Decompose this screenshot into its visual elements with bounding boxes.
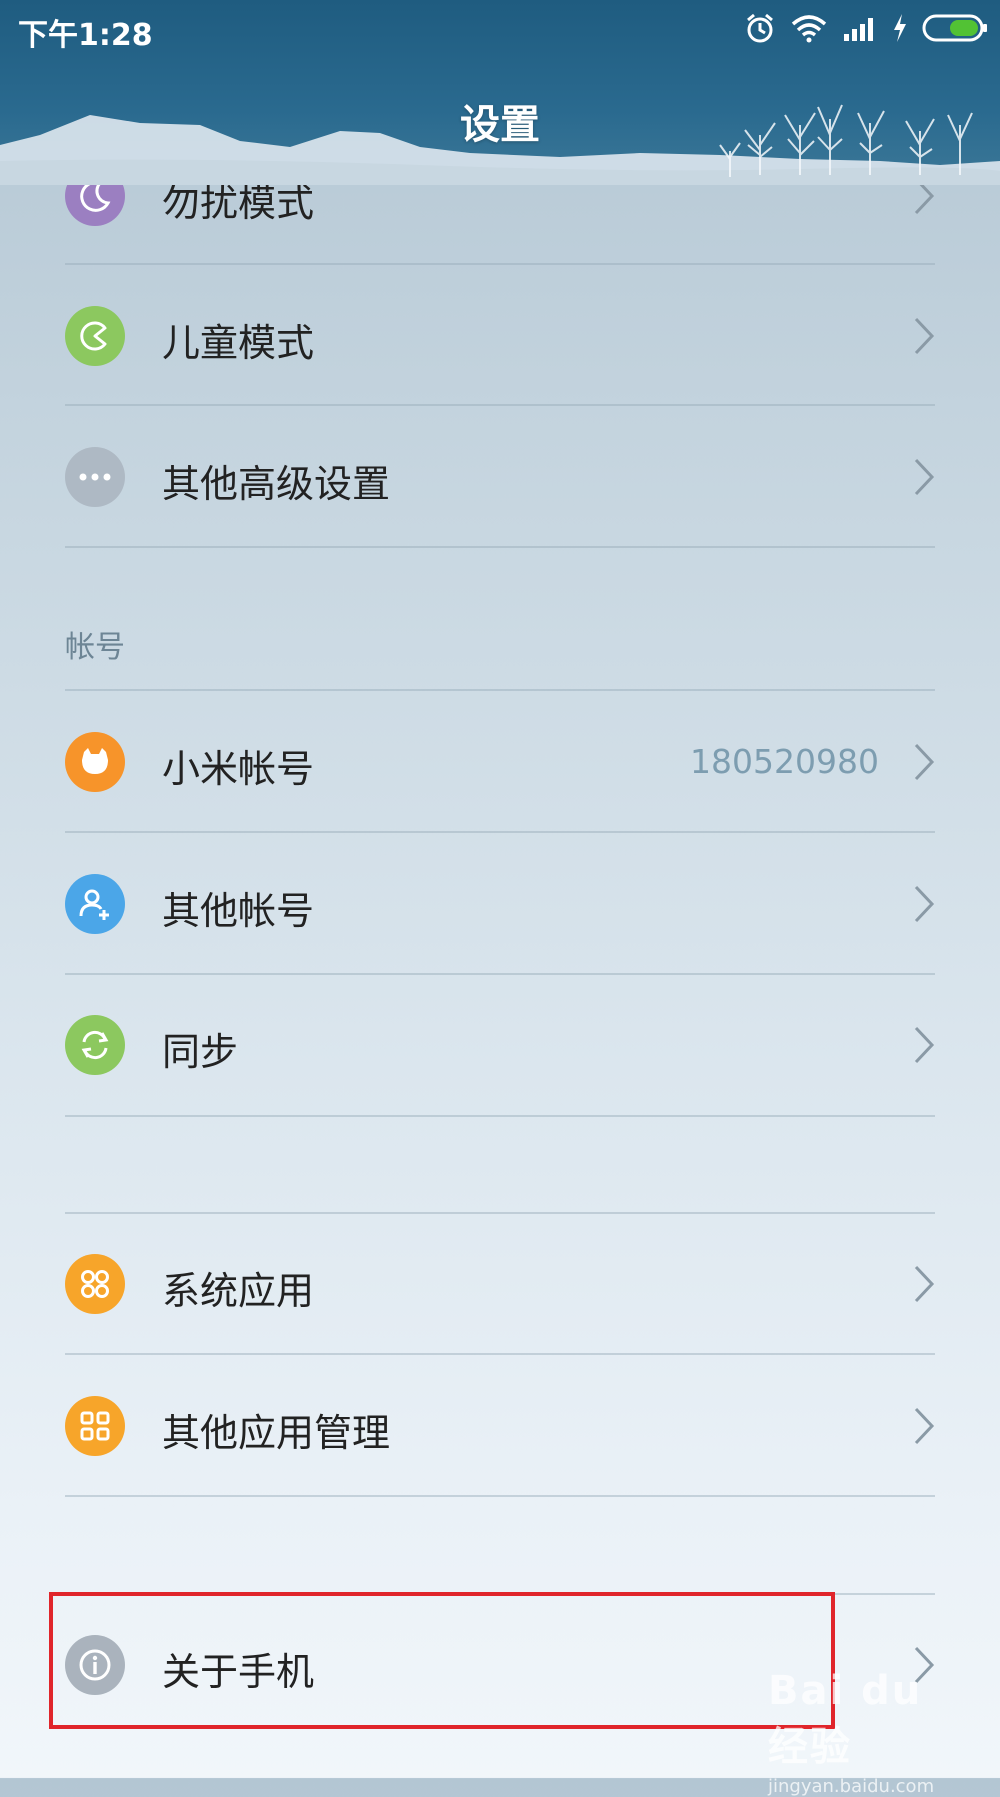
watermark-brand: Bai du 经验	[768, 1668, 923, 1770]
settings-item-label: 其他应用管理	[162, 1411, 391, 1455]
settings-item-advanced[interactable]: 其他高级设置	[65, 407, 935, 547]
chevron-right-icon	[914, 885, 935, 923]
section-header-account: 帐号	[65, 630, 125, 665]
settings-item-kids-mode[interactable]: 儿童模式	[65, 266, 935, 406]
divider	[65, 1353, 935, 1355]
chevron-right-icon	[914, 743, 935, 781]
system-apps-icon	[65, 1254, 125, 1314]
settings-item-label: 同步	[162, 1030, 239, 1074]
divider	[65, 1495, 935, 1497]
settings-item-app-management[interactable]: 其他应用管理	[65, 1356, 935, 1496]
divider	[65, 689, 935, 691]
chevron-right-icon	[914, 458, 935, 496]
settings-item-label: 小米帐号	[162, 747, 315, 791]
app-grid-icon	[65, 1396, 125, 1456]
add-user-icon	[65, 874, 125, 934]
divider	[65, 1115, 935, 1117]
chevron-right-icon	[914, 317, 935, 355]
settings-item-system-apps[interactable]: 系统应用	[65, 1214, 935, 1354]
settings-item-label: 其他帐号	[162, 889, 315, 933]
page-title: 设置	[460, 102, 540, 148]
more-dots-icon	[65, 447, 125, 507]
divider	[65, 263, 935, 265]
watermark-url: jingyan.baidu.com	[768, 1776, 935, 1797]
charging-icon	[894, 14, 906, 42]
divider	[65, 831, 935, 833]
settings-item-sync[interactable]: 同步	[65, 975, 935, 1115]
signal-icon	[844, 18, 873, 41]
chevron-right-icon	[914, 1407, 935, 1445]
divider	[65, 546, 935, 548]
mi-bunny-icon	[65, 732, 125, 792]
divider	[65, 404, 935, 406]
settings-item-label: 其他高级设置	[162, 462, 391, 506]
settings-item-label: 系统应用	[162, 1269, 315, 1313]
status-bar: 下午1:28	[0, 0, 1000, 56]
chevron-right-icon	[914, 1265, 935, 1303]
alarm-icon	[747, 13, 773, 43]
settings-item-mi-account[interactable]: 小米帐号 180520980	[65, 692, 935, 832]
status-time: 下午1:28	[18, 18, 153, 53]
kids-mode-icon	[65, 306, 125, 366]
settings-item-other-accounts[interactable]: 其他帐号	[65, 834, 935, 974]
sync-icon	[65, 1015, 125, 1075]
wifi-icon	[791, 15, 827, 43]
baidu-jingyan-watermark: Bai du 经验 jingyan.baidu.com	[768, 1668, 968, 1797]
mi-account-id: 180520980	[690, 742, 879, 781]
settings-item-label: 儿童模式	[162, 321, 315, 365]
chevron-right-icon	[914, 1026, 935, 1064]
battery-icon	[922, 14, 987, 42]
highlight-box	[49, 1592, 835, 1729]
